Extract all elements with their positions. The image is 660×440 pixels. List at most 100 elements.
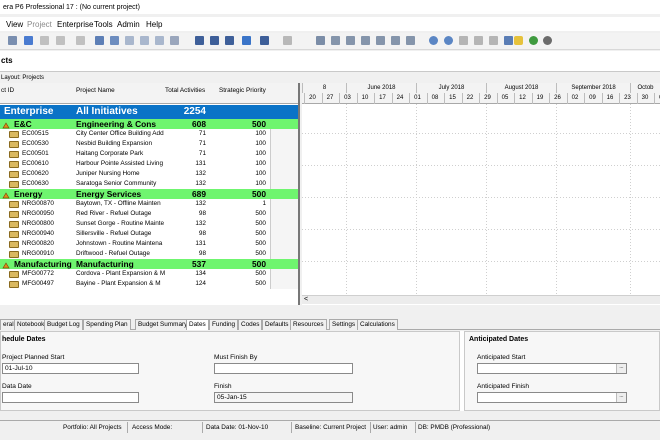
table-row[interactable]: NRG00950 Red River - Refuel Outage 98 500: [0, 209, 298, 219]
ellipsis-icon[interactable]: ...: [616, 364, 626, 373]
grid-icon[interactable]: [8, 36, 17, 45]
timescale-day: 15: [444, 93, 460, 104]
help-icon[interactable]: [529, 36, 538, 45]
column-header-name[interactable]: Project Name: [76, 87, 115, 94]
menu-enterprise[interactable]: Enterprise: [57, 20, 93, 29]
total-activities-cell: 131: [195, 240, 206, 247]
table-row[interactable]: NRG00870 Baytown, TX - Offline Mainten 132…: [0, 199, 298, 209]
enterprise-row[interactable]: Enterprise All Initiatives 2254: [0, 105, 298, 119]
anticipated-start-field[interactable]: ...: [477, 363, 627, 374]
print-icon[interactable]: [95, 36, 104, 45]
table-row[interactable]: NRG00910 Driftwood - Refuel Outage 98 500: [0, 249, 298, 259]
tab-codes[interactable]: Codes: [238, 319, 263, 330]
tab-budget-summary[interactable]: Budget Summary: [135, 319, 191, 330]
tab-settings[interactable]: Settings: [329, 319, 359, 330]
table-row[interactable]: EC00501 Haitang Corporate Park 71 100: [0, 149, 298, 159]
fit-icon[interactable]: [459, 36, 468, 45]
eps-row[interactable]: Energy Energy Services 689 500: [0, 189, 298, 199]
column-header-id[interactable]: ct ID: [1, 87, 14, 94]
data-date-field[interactable]: [2, 392, 139, 403]
project-name-cell: Energy Services: [76, 189, 142, 199]
expand-icon[interactable]: [474, 36, 483, 45]
project-planned-start-value: 01-Jul-10: [5, 365, 33, 372]
zoom-out-icon[interactable]: [444, 36, 453, 45]
zoom-in-icon[interactable]: [429, 36, 438, 45]
strategic-priority-cell: 100: [255, 180, 266, 187]
timescale-day: 08: [426, 93, 443, 104]
menu-admin[interactable]: Admin: [117, 20, 140, 29]
must-finish-by-field[interactable]: [214, 363, 353, 374]
folder-icon: [9, 281, 19, 288]
filter-icon[interactable]: [242, 36, 251, 45]
total-activities-cell: 71: [198, 140, 206, 147]
schedule-icon[interactable]: [316, 36, 325, 45]
table-row[interactable]: EC00610 Harbour Pointe Assisted Living 131…: [0, 159, 298, 169]
scroll-left-icon[interactable]: <: [304, 296, 308, 303]
table-row[interactable]: MFG00497 Bayine - Plant Expansion & M 124 5…: [0, 279, 298, 289]
options-icon[interactable]: [543, 36, 552, 45]
strategic-priority-cell: 500: [252, 189, 266, 199]
hash-icon[interactable]: [283, 36, 292, 45]
tab-resources[interactable]: Resources: [290, 319, 327, 330]
notes-icon[interactable]: [514, 36, 523, 45]
outdent-icon[interactable]: [56, 36, 65, 45]
tab-dates[interactable]: Dates: [186, 319, 209, 330]
bars-icon[interactable]: [210, 36, 219, 45]
menu-help[interactable]: Help: [146, 20, 162, 29]
apply-actuals-icon[interactable]: [406, 36, 415, 45]
tab-notebook[interactable]: Notebook: [14, 319, 48, 330]
table-row[interactable]: EC00515 City Center Office Building Add 71…: [0, 129, 298, 139]
tab-spending-plan[interactable]: Spending Plan: [83, 319, 131, 330]
relationship-icon[interactable]: [504, 36, 513, 45]
collapse-icon[interactable]: [489, 36, 498, 45]
group-icon[interactable]: [260, 36, 269, 45]
tab-budget-log[interactable]: Budget Log: [44, 319, 83, 330]
table-row[interactable]: NRG00800 Sunset Gorge - Routine Mainte 132…: [0, 219, 298, 229]
eps-row[interactable]: Manufacturing Manufacturing 537 500: [0, 259, 298, 269]
eps-icon: [2, 191, 10, 199]
total-activities-cell: 537: [192, 259, 206, 269]
gantt-scrollbar[interactable]: <: [302, 295, 660, 304]
ellipsis-icon[interactable]: ...: [616, 393, 626, 402]
summarize-icon[interactable]: [346, 36, 355, 45]
indent-icon[interactable]: [40, 36, 49, 45]
status-separator: [370, 422, 371, 433]
table-row[interactable]: NRG00820 Johnstown - Routine Maintena 131 5…: [0, 239, 298, 249]
layout-label: Layout: Projects: [0, 74, 660, 83]
status-access-mode: Access Mode:: [132, 424, 173, 431]
table-row[interactable]: EC00630 Saratoga Senior Community 132 100: [0, 179, 298, 189]
timescale-month: August 2018: [486, 83, 556, 93]
column-header-priority[interactable]: Strategic Priority: [219, 87, 266, 94]
project-planned-start-field[interactable]: 01-Jul-10: [2, 363, 139, 374]
progress-icon[interactable]: [391, 36, 400, 45]
layout-icon[interactable]: [24, 36, 33, 45]
menu-project[interactable]: Project: [27, 20, 52, 29]
project-id-cell: NRG00800: [22, 220, 54, 227]
tab-defaults[interactable]: Defaults: [262, 319, 292, 330]
project-id-cell: MFG00772: [22, 270, 54, 277]
project-name-cell: Red River - Refuel Outage: [76, 210, 152, 217]
gantt-gridline: [302, 165, 660, 166]
table-row[interactable]: NRG00940 Sillersville - Refuel Outage 98 50…: [0, 229, 298, 239]
table-row[interactable]: EC00620 Juniper Nursing Home 132 100: [0, 169, 298, 179]
anticipated-finish-field[interactable]: ...: [477, 392, 627, 403]
cut-icon[interactable]: [155, 36, 164, 45]
store-period-icon[interactable]: [361, 36, 370, 45]
eps-row[interactable]: E&C Engineering & Cons 608 500: [0, 119, 298, 129]
update-icon[interactable]: [376, 36, 385, 45]
table-icon[interactable]: [225, 36, 234, 45]
tab-calculations[interactable]: Calculations: [357, 319, 398, 330]
table-row[interactable]: EC00530 Nesbid Building Expansion 71 100: [0, 139, 298, 149]
move-icon[interactable]: [76, 36, 85, 45]
table-row[interactable]: MFG00772 Cordova - Plant Expansion & M 134…: [0, 269, 298, 279]
level-icon[interactable]: [331, 36, 340, 45]
preview-icon[interactable]: [110, 36, 119, 45]
tab-funding[interactable]: Funding: [209, 319, 239, 330]
menu-view[interactable]: View: [6, 20, 23, 29]
copy-icon[interactable]: [125, 36, 134, 45]
columns-icon[interactable]: [195, 36, 204, 45]
fill-icon[interactable]: [170, 36, 179, 45]
paste-icon[interactable]: [140, 36, 149, 45]
column-header-total[interactable]: Total Activities: [165, 87, 205, 94]
menu-tools[interactable]: Tools: [94, 20, 113, 29]
